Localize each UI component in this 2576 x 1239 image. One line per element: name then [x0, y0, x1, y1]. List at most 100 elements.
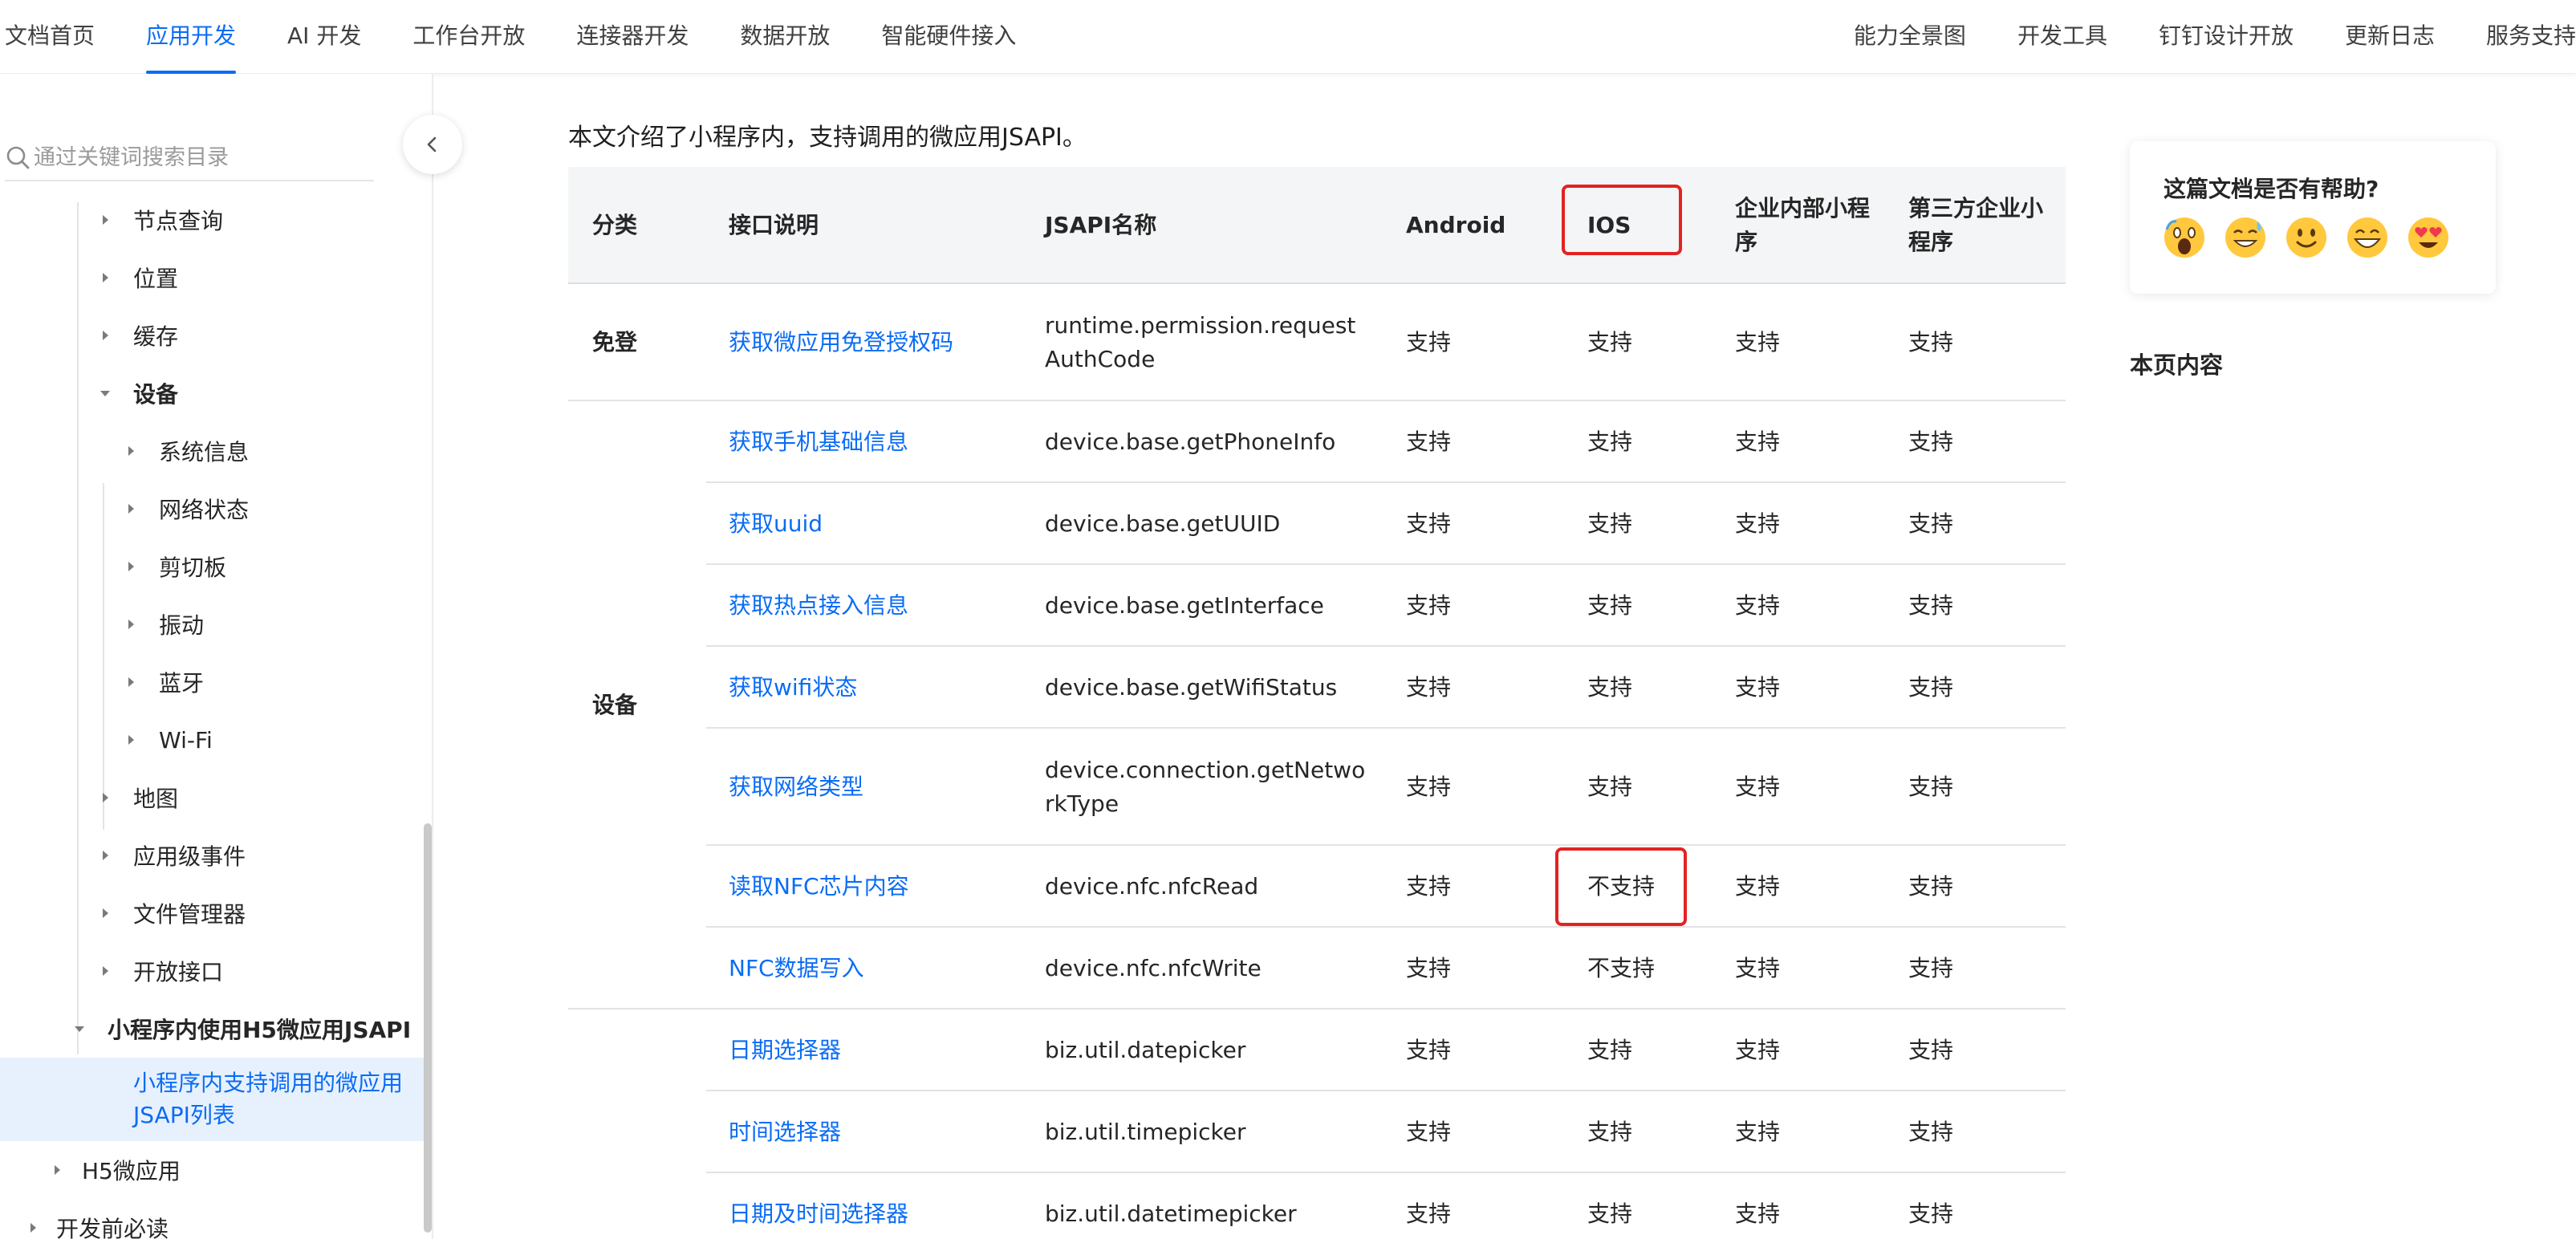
sidebar-tree-label: 小程序内支持调用的微应用JSAPI列表 — [133, 1070, 404, 1128]
sidebar-tree-item[interactable]: Wi-Fi — [0, 711, 425, 769]
category-cell: 设备 — [592, 692, 638, 718]
grin-emoji-icon[interactable] — [2345, 215, 2390, 260]
caret-right-icon[interactable] — [124, 617, 138, 632]
caret-right-icon[interactable] — [98, 213, 112, 227]
caret-down-icon[interactable] — [98, 386, 112, 400]
sidebar-tree-item[interactable]: 位置 — [0, 249, 425, 307]
top-navigation: 文档首页 应用开发 AI 开发 工作台开放 连接器开发 数据开放 智能硬件接入 … — [0, 0, 2576, 74]
sidebar-tree-item[interactable]: 剪切板 — [0, 538, 425, 595]
nav-changelog[interactable]: 更新日志 — [2345, 0, 2435, 74]
caret-right-icon[interactable] — [98, 964, 112, 978]
api-doc-link[interactable]: 获取手机基础信息 — [729, 401, 1018, 483]
caret-right-icon[interactable] — [124, 733, 138, 747]
sidebar-tree-item[interactable]: 设备 — [0, 364, 425, 422]
support-cell: 支持 — [1908, 429, 1954, 455]
support-cell: 支持 — [1735, 955, 1781, 981]
caret-right-icon[interactable] — [124, 675, 138, 689]
support-cell: 支持 — [1587, 674, 1633, 701]
caret-right-icon[interactable] — [124, 444, 138, 458]
caret-right-icon[interactable] — [50, 1163, 64, 1177]
directory-tree: 节点查询 位置缓存设备 系统信息 网络状态剪切板振动 蓝牙 Wi-Fi 地图 应用级事件 文件管… — [0, 202, 425, 1239]
support-cell: 支持 — [1406, 592, 1452, 619]
caret-right-icon[interactable] — [98, 906, 112, 920]
nav-connector-dev[interactable]: 连接器开发 — [576, 0, 689, 74]
sidebar-tree-item[interactable]: 地图 — [0, 769, 425, 827]
jsapi-name-cell: device.base.getWifiStatus — [1045, 674, 1338, 701]
sidebar-tree-label: 剪切板 — [159, 555, 227, 581]
table-header: 分类 接口说明 JSAPI名称 Android IOS 企业内部小程序 第三方企… — [568, 167, 2066, 284]
nav-ai-dev[interactable]: AI 开发 — [287, 0, 361, 74]
jsapi-name-cell: biz.util.datepicker — [1045, 1037, 1246, 1063]
support-cell: 支持 — [1908, 674, 1954, 701]
api-doc-link[interactable]: 获取uuid — [729, 483, 1018, 565]
toc-title: 本页内容 — [2130, 351, 2224, 379]
sweat-smile-emoji-icon[interactable] — [2223, 215, 2268, 260]
category-cell: 免登 — [592, 329, 638, 355]
collapse-sidebar-button[interactable] — [403, 115, 462, 174]
support-cell: 支持 — [1587, 1119, 1633, 1145]
support-cell: 支持 — [1735, 429, 1781, 455]
support-cell: 支持 — [1587, 1037, 1633, 1063]
api-doc-link[interactable]: 日期选择器 — [729, 1009, 1018, 1091]
support-cell: 支持 — [1735, 510, 1781, 537]
nav-data-open[interactable]: 数据开放 — [740, 0, 830, 74]
nav-dev-tools[interactable]: 开发工具 — [2017, 0, 2107, 74]
sidebar-tree-item[interactable]: 文件管理器 — [0, 884, 425, 942]
sidebar-tree-label: 缓存 — [133, 323, 179, 350]
api-doc-link[interactable]: 日期及时间选择器 — [729, 1173, 1018, 1239]
caret-right-icon[interactable] — [98, 270, 112, 285]
caret-right-icon[interactable] — [98, 790, 112, 805]
sidebar-tree-item[interactable]: 振动 — [0, 595, 425, 653]
heart-eyes-emoji-icon[interactable] — [2406, 215, 2451, 260]
sidebar-tree-item[interactable]: 节点查询 — [0, 202, 425, 249]
sidebar-tree-item[interactable]: 开发前必读 — [0, 1199, 425, 1239]
feedback-title: 这篇文档是否有帮助? — [2164, 176, 2379, 202]
sidebar-tree-item[interactable]: 缓存 — [0, 307, 425, 364]
support-cell: 支持 — [1587, 429, 1633, 455]
support-cell: 支持 — [1735, 1119, 1781, 1145]
nav-docs-home[interactable]: 文档首页 — [5, 0, 95, 74]
jsapi-name-cell: device.nfc.nfcWrite — [1045, 955, 1262, 981]
sidebar-tree-item[interactable]: 系统信息 — [0, 422, 425, 480]
caret-right-icon[interactable] — [124, 559, 138, 574]
sidebar-tree-item[interactable]: 蓝牙 — [0, 653, 425, 711]
caret-right-icon[interactable] — [98, 848, 112, 863]
support-cell: 支持 — [1406, 955, 1452, 981]
support-cell: 支持 — [1587, 510, 1633, 537]
caret-right-icon[interactable] — [98, 328, 112, 343]
api-doc-link[interactable]: 获取微应用免登授权码 — [729, 284, 1018, 401]
scream-emoji-icon[interactable] — [2162, 215, 2207, 260]
sidebar-tree-label: Wi-Fi — [159, 726, 213, 754]
sidebar-tree-item[interactable]: 网络状态 — [0, 480, 425, 538]
caret-right-icon[interactable] — [26, 1221, 40, 1235]
sidebar-tree-item[interactable]: H5微应用 — [0, 1141, 425, 1199]
nav-workbench[interactable]: 工作台开放 — [412, 0, 525, 74]
jsapi-name-cell: device.base.getUUID — [1045, 510, 1281, 537]
search-input[interactable] — [34, 140, 371, 175]
nav-smart-hardware[interactable]: 智能硬件接入 — [881, 0, 1016, 74]
api-doc-link[interactable]: 获取网络类型 — [729, 729, 1018, 846]
sidebar-scrollbar[interactable] — [424, 823, 432, 1233]
sidebar-tree-item[interactable]: 开放接口 — [0, 942, 425, 1000]
support-cell: 支持 — [1735, 592, 1781, 619]
header-third-party-app: 第三方企业小程序 — [1908, 195, 2044, 255]
nav-capability-map[interactable]: 能力全景图 — [1854, 0, 1966, 74]
api-doc-link[interactable]: 获取wifi状态 — [729, 647, 1018, 729]
api-doc-link[interactable]: 时间选择器 — [729, 1091, 1018, 1173]
support-cell: 支持 — [1735, 674, 1781, 701]
caret-down-icon[interactable] — [72, 1022, 87, 1036]
header-description: 接口说明 — [729, 212, 819, 238]
nav-design-open[interactable]: 钉钉设计开放 — [2159, 0, 2294, 74]
sidebar-tree-label: 开放接口 — [133, 959, 224, 985]
smile-emoji-icon[interactable] — [2284, 215, 2329, 260]
sidebar-tree-item[interactable]: 应用级事件 — [0, 827, 425, 884]
caret-right-icon[interactable] — [124, 502, 138, 516]
api-doc-link[interactable]: 读取NFC芯片内容 — [729, 846, 1018, 928]
nav-service-support[interactable]: 服务支持 — [2486, 0, 2576, 74]
api-doc-link[interactable]: 获取热点接入信息 — [729, 565, 1018, 647]
sidebar-tree-item[interactable]: 小程序内使用H5微应用JSAPI — [0, 1000, 425, 1058]
api-doc-link[interactable]: NFC数据写入 — [729, 928, 1018, 1009]
sidebar-tree-item[interactable]: 小程序内支持调用的微应用JSAPI列表 — [0, 1058, 425, 1141]
nav-app-dev[interactable]: 应用开发 — [146, 0, 237, 74]
jsapi-name-cell: biz.util.datetimepicker — [1045, 1200, 1297, 1227]
